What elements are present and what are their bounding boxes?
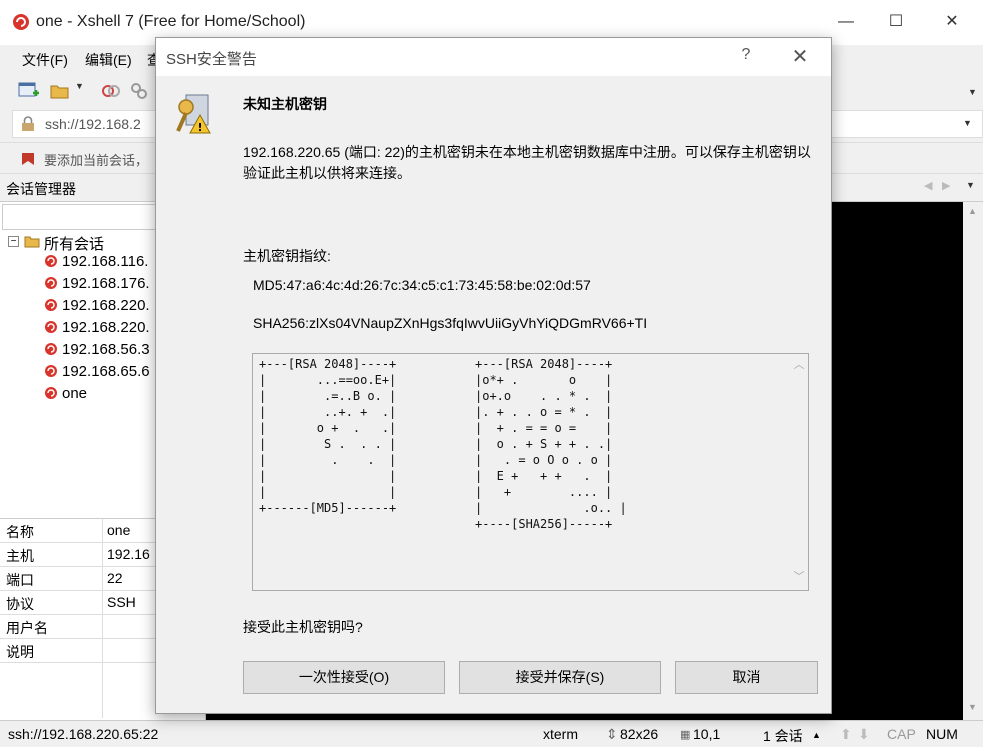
address-dropdown-icon[interactable]: ▼ xyxy=(963,118,972,128)
folder-icon xyxy=(24,236,40,248)
prop-key: 说明 xyxy=(6,644,34,660)
md5-fingerprint: MD5:47:a6:4c:4d:26:7c:34:c5:c1:73:45:58:… xyxy=(253,277,591,293)
session-icon xyxy=(45,343,57,355)
session-icon xyxy=(45,365,57,377)
accept-and-save-button[interactable]: 接受并保存(S) xyxy=(459,661,661,694)
ssh-security-dialog: SSH安全警告 ? ✕ ! 未知主机密钥 192.168.220.65 (端口:… xyxy=(155,37,832,714)
window-title: one - Xshell 7 (Free for Home/School) xyxy=(36,13,306,30)
folder-dropdown-icon[interactable]: ▼ xyxy=(75,81,84,91)
accept-question: 接受此主机密钥吗? xyxy=(243,619,363,635)
prop-value: 22 xyxy=(107,570,123,586)
tab-list-dropdown-icon[interactable]: ▼ xyxy=(966,180,975,190)
xshell-logo-icon xyxy=(13,14,29,30)
session-item[interactable]: 192.168.116. xyxy=(44,253,148,275)
session-icon xyxy=(45,387,57,399)
randomart-md5: +---[RSA 2048]----+ | ...==oo.E+| | .=..… xyxy=(259,357,397,515)
accept-once-button[interactable]: 一次性接受(O) xyxy=(243,661,445,694)
status-cap: CAP xyxy=(887,726,916,742)
dialog-heading: 未知主机密钥 xyxy=(243,96,327,112)
status-cursor: 10,1 xyxy=(693,726,721,742)
minimize-button[interactable]: — xyxy=(834,10,858,34)
prop-value: one xyxy=(107,522,131,538)
svg-text:!: ! xyxy=(197,121,202,134)
status-terminal-type: xterm xyxy=(543,726,578,742)
session-item[interactable]: 192.168.176. xyxy=(44,275,150,297)
session-item-label: 192.168.116. xyxy=(62,253,149,270)
prop-key: 端口 xyxy=(6,572,34,588)
cursor-position-icon: ▦ xyxy=(680,729,691,741)
session-item-label: one xyxy=(62,385,88,402)
key-warning-icon: ! xyxy=(176,94,211,134)
session-item-label: 192.168.220. xyxy=(62,319,150,336)
disconnect-icon[interactable] xyxy=(100,80,122,102)
help-button[interactable]: ? xyxy=(736,46,756,64)
scroll-down-arrow-icon: ⬇ xyxy=(858,726,870,742)
sessions-up-icon[interactable]: ▲ xyxy=(812,730,821,740)
status-bar: ssh://192.168.220.65:22 xterm ⇕ 82x26 ▦ … xyxy=(0,720,983,747)
prop-key: 用户名 xyxy=(6,620,48,636)
menu-file[interactable]: 文件(F) xyxy=(22,50,68,70)
collapse-icon[interactable]: − xyxy=(8,236,19,247)
dialog-message: 192.168.220.65 (端口: 22)的主机密钥未在本地主机密钥数据库中… xyxy=(243,144,811,181)
lock-icon xyxy=(22,116,34,131)
scroll-up-icon[interactable]: ︿ xyxy=(793,359,805,371)
session-item-label: 192.168.176. xyxy=(62,275,150,292)
terminal-scrollbar[interactable]: ▲ ▼ xyxy=(963,202,983,720)
maximize-button[interactable]: ☐ xyxy=(884,10,908,34)
dialog-titlebar: SSH安全警告 ? ✕ xyxy=(156,38,831,76)
prop-key: 名称 xyxy=(6,524,34,540)
tree-root-label: 所有会话 xyxy=(44,236,105,253)
sha256-fingerprint: SHA256:zlXs04VNaupZXnHgs3fqIwvUiiGyVhYiQ… xyxy=(253,315,648,331)
session-item-active[interactable]: one xyxy=(44,385,87,407)
session-item[interactable]: 192.168.220. xyxy=(44,319,150,341)
status-num: NUM xyxy=(926,726,958,742)
open-folder-icon[interactable] xyxy=(50,81,72,101)
prop-value: 192.16 xyxy=(107,546,150,562)
prop-key: 协议 xyxy=(6,596,34,612)
prop-divider xyxy=(102,663,103,718)
tab-scroll-right-icon[interactable]: ▶ xyxy=(942,179,950,192)
session-icon xyxy=(45,299,57,311)
close-window-button[interactable]: ✕ xyxy=(940,10,964,34)
randomart-box[interactable]: +---[RSA 2048]----+ | ...==oo.E+| | .=..… xyxy=(252,353,809,591)
session-item-label: 192.168.220. xyxy=(62,297,150,314)
prop-value: SSH xyxy=(107,594,136,610)
session-item-label: 192.168.56.3 xyxy=(62,341,150,358)
fingerprint-label: 主机密钥指纹: xyxy=(243,248,331,264)
new-session-icon[interactable] xyxy=(18,81,40,101)
scroll-up-arrow-icon: ⬆ xyxy=(840,726,852,742)
session-item-label: 192.168.65.6 xyxy=(62,363,150,380)
toolbar-overflow-icon[interactable]: ▼ xyxy=(968,87,977,97)
session-icon xyxy=(45,277,57,289)
dialog-close-button[interactable]: ✕ xyxy=(788,44,812,69)
status-connection: ssh://192.168.220.65:22 xyxy=(8,726,159,742)
info-text: 要添加当前会话， xyxy=(44,153,149,168)
scroll-down-icon[interactable]: ▼ xyxy=(968,702,977,712)
address-input[interactable]: ssh://192.168.2 xyxy=(45,116,141,132)
terminal-size-icon: ⇕ xyxy=(606,726,618,742)
dialog-title: SSH安全警告 xyxy=(166,51,257,68)
session-item[interactable]: 192.168.65.6 xyxy=(44,363,150,385)
reconnect-icon[interactable] xyxy=(128,80,150,102)
session-icon xyxy=(45,321,57,333)
status-size: 82x26 xyxy=(620,726,659,742)
cancel-button[interactable]: 取消 xyxy=(675,661,818,694)
randomart-sha256: +---[RSA 2048]----+ |o*+ . o | |o+.o . .… xyxy=(475,357,627,531)
session-icon xyxy=(45,255,57,267)
scroll-up-icon[interactable]: ▲ xyxy=(968,206,977,216)
session-item[interactable]: 192.168.56.3 xyxy=(44,341,150,363)
bookmark-icon xyxy=(22,153,34,165)
prop-key: 主机 xyxy=(6,548,34,564)
status-sessions: 1 会话 xyxy=(763,728,803,744)
randomart-scrollbar[interactable]: ︿ ﹀ xyxy=(790,354,808,590)
session-item[interactable]: 192.168.220. xyxy=(44,297,150,319)
scroll-down-icon[interactable]: ﹀ xyxy=(793,571,805,583)
tab-scroll-left-icon[interactable]: ◀ xyxy=(924,179,932,192)
menu-edit[interactable]: 编辑(E) xyxy=(85,50,132,70)
